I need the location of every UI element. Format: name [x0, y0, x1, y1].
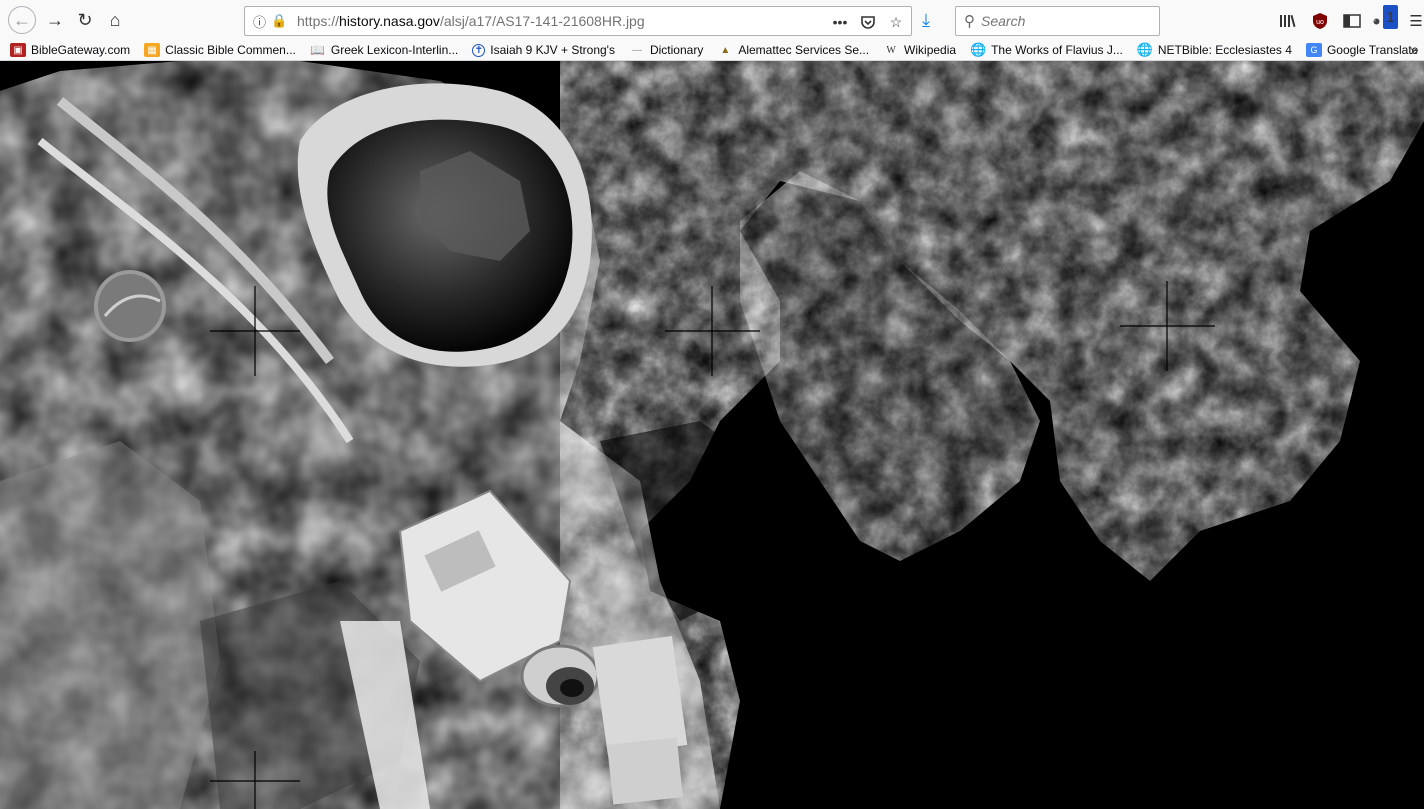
bookmark-item[interactable]: — Dictionary — [629, 43, 703, 57]
bookmark-label: Wikipedia — [904, 43, 957, 57]
home-icon[interactable]: ⌂ — [100, 5, 130, 35]
globe-icon: 🌐 — [1136, 42, 1153, 57]
bookmark-label: Classic Bible Commen... — [165, 43, 296, 57]
bookmark-item[interactable]: 📖 Greek Lexicon-Interlin... — [310, 43, 458, 57]
bookmark-label: Google Translate — [1326, 43, 1419, 57]
globe-icon: 🌐 — [969, 42, 987, 57]
toolbar-icons: uo 1 ☰ — [1276, 5, 1424, 33]
bookmark-label: The Works of Flavius J... — [991, 43, 1123, 57]
bookmark-star-icon[interactable]: ☆ — [885, 11, 907, 33]
url-text[interactable]: https://history.nasa.gov/alsj/a17/AS17-1… — [297, 13, 645, 29]
navigation-toolbar: ← → ↻ ⌂ ⓘ 🔒 https://history.nasa.gov/als… — [0, 0, 1424, 40]
bookmark-label: BibleGateway.com — [31, 43, 131, 57]
bookmark-item[interactable]: ✝ Isaiah 9 KJV + Strong's — [472, 43, 615, 57]
url-path: /alsj/a17/AS17-141-21608HR.jpg — [439, 13, 645, 29]
lock-icon[interactable]: 🔒 — [271, 13, 289, 29]
extension-badge: 1 — [1383, 5, 1398, 29]
url-host: history.nasa.gov — [339, 13, 440, 29]
ublock-icon[interactable]: uo — [1308, 9, 1332, 33]
url-actions: ••• ☆ — [829, 11, 907, 33]
bookmark-label: Greek Lexicon-Interlin... — [330, 43, 459, 57]
reload-icon[interactable]: ↻ — [70, 5, 100, 35]
classic-bible-icon: ▦ — [144, 43, 161, 57]
bookmark-item[interactable]: W Wikipedia — [883, 43, 956, 57]
bookmark-item[interactable]: ▲ Alemattec Services Se... — [717, 43, 869, 57]
search-bar[interactable]: ⚲ — [955, 6, 1160, 36]
url-prefix: https:// — [297, 13, 340, 29]
back-arrow-icon[interactable]: ← — [8, 6, 36, 34]
biblegateway-icon: ▣ — [10, 43, 26, 57]
pocket-icon[interactable] — [857, 11, 879, 33]
bookmark-label: Dictionary — [649, 43, 704, 57]
forward-arrow-icon[interactable]: → — [40, 5, 70, 35]
bookmark-label: Alemattec Services Se... — [738, 43, 870, 57]
bookmark-label: Isaiah 9 KJV + Strong's — [490, 43, 615, 57]
wikipedia-icon: W — [886, 44, 896, 56]
bookmark-item[interactable]: G Google Translate — [1305, 43, 1419, 57]
bookmark-label: NETBible: Ecclesiastes 4 — [1157, 43, 1292, 57]
translate-icon: G — [1305, 43, 1322, 57]
bookmark-item[interactable]: 🌐 NETBible: Ecclesiastes 4 — [1136, 42, 1292, 57]
sidebar-icon[interactable] — [1340, 9, 1364, 33]
search-input[interactable] — [981, 13, 1141, 29]
search-icon: ⚲ — [964, 13, 975, 30]
bookmark-item[interactable]: ▣ BibleGateway.com — [10, 43, 130, 57]
dictionary-icon: — — [631, 44, 642, 56]
cross-icon: ✝ — [472, 43, 486, 57]
browser-window: ← → ↻ ⌂ ⓘ 🔒 https://history.nasa.gov/als… — [0, 0, 1424, 809]
book-icon: 📖 — [310, 43, 326, 57]
url-bar[interactable]: ⓘ 🔒 https://history.nasa.gov/alsj/a17/AS… — [244, 6, 912, 36]
svg-text:uo: uo — [1316, 19, 1324, 26]
menu-icon[interactable]: ☰ — [1404, 9, 1424, 33]
page-actions-icon[interactable]: ••• — [829, 11, 851, 33]
extension-icon[interactable]: 1 — [1372, 5, 1398, 33]
download-icon[interactable]: ⤓ — [922, 10, 942, 30]
lunar-photo — [0, 61, 1424, 809]
bookmarks-overflow-icon[interactable]: » — [1410, 42, 1418, 58]
bookmarks-toolbar: ▣ BibleGateway.com ▦ Classic Bible Commen.… — [0, 40, 1424, 61]
info-icon[interactable]: ⓘ — [253, 12, 271, 31]
image-viewer — [0, 61, 1424, 809]
bookmark-item[interactable]: ▦ Classic Bible Commen... — [144, 43, 296, 57]
alemattec-icon: ▲ — [720, 44, 731, 56]
bookmark-item[interactable]: 🌐 The Works of Flavius J... — [969, 42, 1123, 57]
library-icon[interactable] — [1276, 9, 1300, 33]
